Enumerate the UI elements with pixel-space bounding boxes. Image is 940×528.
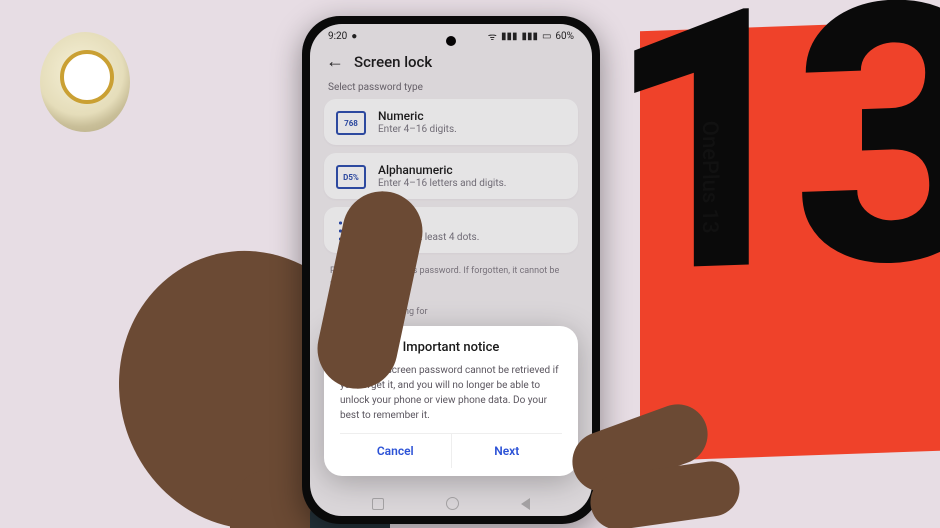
clock-face bbox=[60, 50, 114, 104]
important-notice-dialog: Important notice Your Lock screen passwo… bbox=[324, 326, 578, 476]
dialog-body: Your Lock screen password cannot be retr… bbox=[340, 363, 562, 423]
back-nav-icon[interactable] bbox=[521, 498, 530, 510]
desk-clock bbox=[40, 32, 130, 132]
product-label: OnePlus 13 bbox=[697, 120, 722, 234]
dialog-title: Important notice bbox=[340, 340, 562, 355]
cancel-button[interactable]: Cancel bbox=[340, 434, 451, 468]
recents-icon[interactable] bbox=[372, 498, 384, 510]
home-icon[interactable] bbox=[446, 497, 459, 510]
product-box: 13 OnePlus 13 bbox=[640, 21, 940, 461]
phone-screen: 9:20 ● ᯤ ▮▮▮ ▮▮▮ ▭ 60% ← Screen lock Sel… bbox=[310, 24, 592, 516]
android-nav-bar bbox=[310, 497, 592, 510]
next-button[interactable]: Next bbox=[451, 434, 563, 468]
product-number: 13 bbox=[605, 0, 940, 290]
phone-frame: 9:20 ● ᯤ ▮▮▮ ▮▮▮ ▭ 60% ← Screen lock Sel… bbox=[302, 16, 600, 524]
photo-scene: 13 OnePlus 13 9:20 ● ᯤ ▮▮▮ ▮▮▮ ▭ 60 bbox=[0, 0, 940, 528]
